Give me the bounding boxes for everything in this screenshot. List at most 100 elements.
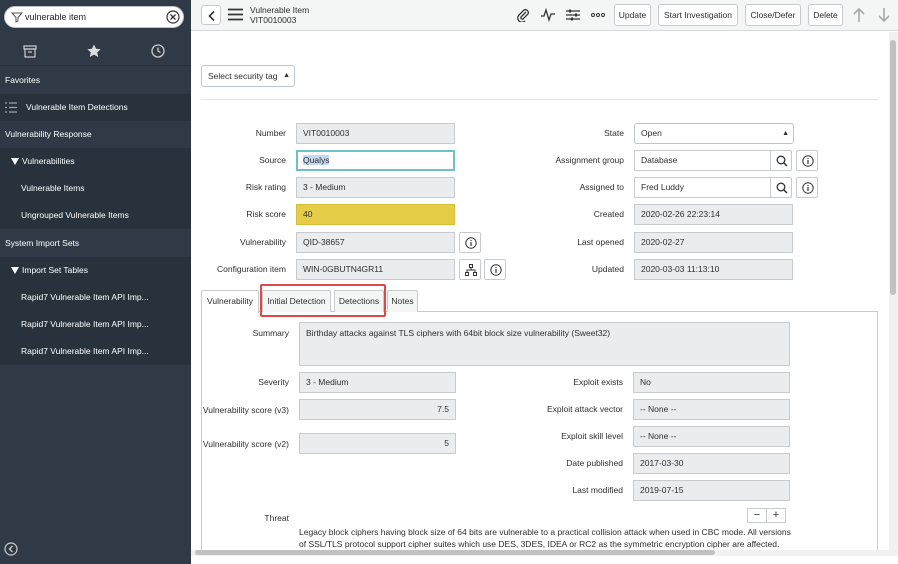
vulnerability-info-button[interactable] — [459, 232, 481, 253]
filter-input[interactable] — [25, 10, 161, 24]
scrollbar-thumb[interactable] — [195, 550, 715, 555]
sidebar-item-label: Rapid7 Vulnerable Item API Imp... — [21, 346, 149, 356]
arrow-up-icon[interactable] — [852, 7, 866, 23]
caret-down-icon — [11, 158, 19, 165]
list-icon — [5, 102, 17, 113]
form-header: Vulnerable Item VIT0010003 Update Start … — [191, 0, 898, 31]
sidebar-item-rapid7-import-1[interactable]: Rapid7 Vulnerable Item API Imp... — [0, 284, 191, 311]
divider — [201, 99, 878, 100]
risk-score-field: 40 — [296, 204, 455, 225]
assignment-group-info-button[interactable] — [796, 150, 818, 171]
sidebar-item-label: System Import Sets — [5, 238, 80, 248]
threat-text: Legacy block ciphers having block size o… — [299, 527, 791, 549]
form-title: Vulnerable Item VIT0010003 — [250, 5, 309, 25]
sidebar-item-vulnerable-item-detections[interactable]: Vulnerable Item Detections — [0, 94, 191, 121]
sidebar-item-import-set-tables[interactable]: Import Set Tables — [0, 257, 191, 284]
settings-icon[interactable] — [566, 8, 580, 22]
delete-button[interactable]: Delete — [808, 4, 843, 26]
assigned-to-info-button[interactable] — [796, 177, 818, 198]
risk-rating-field: 3 - Medium — [296, 177, 455, 198]
date-published-field: 2017-03-30 — [633, 453, 790, 474]
vulnerability-field[interactable]: QID-38657 — [296, 232, 455, 253]
update-button[interactable]: Update — [614, 4, 651, 26]
sidebar-item-vulnerability-response[interactable]: Vulnerability Response — [0, 121, 191, 148]
navigator-tabs — [0, 36, 191, 66]
collapse-threat-button[interactable]: − — [747, 508, 767, 523]
back-button[interactable] — [201, 5, 221, 25]
configuration-item-field[interactable]: WIN-0GBUTN4GR11 — [296, 259, 455, 280]
assigned-to-field[interactable]: Fred Luddy — [634, 177, 771, 198]
number-field: VIT0010003 — [296, 123, 455, 144]
sidebar-item-label: Vulnerabilities — [22, 156, 75, 166]
start-investigation-button[interactable]: Start Investigation — [658, 4, 738, 26]
archive-icon[interactable] — [22, 43, 38, 59]
more-icon[interactable] — [591, 8, 605, 22]
star-icon[interactable] — [86, 43, 102, 59]
assignment-group-label: Assignment group — [555, 155, 624, 165]
menu-icon[interactable] — [228, 8, 243, 21]
form-title-label: Vulnerable Item — [250, 5, 310, 15]
sidebar-item-label: Vulnerable Items — [21, 183, 85, 193]
exploit-exists-label: Exploit exists — [573, 377, 623, 387]
sidebar-item-label: Rapid7 Vulnerable Item API Imp... — [21, 292, 149, 302]
source-field[interactable]: Qualys — [296, 150, 455, 171]
last-modified-field: 2019-07-15 — [633, 480, 790, 501]
vulnerability-label: Vulnerability — [240, 237, 286, 247]
sidebar-item-favorites[interactable]: Favorites — [0, 67, 191, 94]
assignment-group-field[interactable]: Database — [634, 150, 771, 171]
clear-icon[interactable] — [166, 10, 180, 24]
created-field: 2020-02-26 22:23:14 — [634, 204, 793, 225]
scrollbar-thumb[interactable] — [890, 40, 896, 295]
sidebar-item-label: Import Set Tables — [22, 265, 88, 275]
form-record-number: VIT0010003 — [250, 15, 297, 25]
arrow-down-icon[interactable] — [877, 7, 891, 23]
sidebar-item-rapid7-import-2[interactable]: Rapid7 Vulnerable Item API Imp... — [0, 311, 191, 338]
info-icon — [490, 264, 502, 276]
caret-down-icon — [11, 267, 19, 274]
state-select[interactable]: Open ▲ — [634, 123, 794, 144]
filter-icon — [11, 12, 23, 23]
score-v2-label: Vulnerability score (v2) — [202, 439, 289, 449]
activity-icon[interactable] — [541, 8, 555, 22]
ci-map-button[interactable] — [459, 259, 481, 280]
sidebar-item-vulnerable-items[interactable]: Vulnerable Items — [0, 175, 191, 202]
app: Favorites Vulnerable Item Detections Vul… — [0, 0, 898, 564]
collapse-navigator-icon[interactable] — [4, 542, 18, 556]
sidebar-item-rapid7-import-3[interactable]: Rapid7 Vulnerable Item API Imp... — [0, 338, 191, 365]
configuration-item-label: Configuration item — [217, 264, 286, 274]
exploit-skill-level-field: -- None -- — [633, 426, 790, 447]
search-icon — [776, 182, 788, 194]
close-defer-button[interactable]: Close/Defer — [745, 4, 801, 26]
updated-label: Updated — [591, 264, 624, 274]
security-tag-select[interactable]: Select security tag ▲ — [201, 65, 295, 87]
horizontal-scrollbar[interactable] — [191, 550, 898, 556]
threat-label: Threat — [264, 513, 289, 523]
exploit-attack-vector-label: Exploit attack vector — [546, 404, 623, 414]
summary-field: Birthday attacks against TLS ciphers wit… — [299, 322, 790, 366]
info-icon — [802, 182, 814, 194]
score-v3-field: 7.5 — [299, 399, 456, 420]
configuration-item-info-button[interactable] — [484, 259, 506, 280]
sidebar-item-vulnerabilities[interactable]: Vulnerabilities — [0, 148, 191, 175]
sidebar-item-ungrouped-vulnerable-items[interactable]: Ungrouped Vulnerable Items — [0, 202, 191, 229]
attachment-icon[interactable] — [516, 8, 530, 22]
history-icon[interactable] — [150, 43, 166, 59]
info-icon — [802, 155, 814, 167]
sidebar-item-system-import-sets[interactable]: System Import Sets — [0, 230, 191, 257]
assigned-to-lookup-button[interactable] — [770, 177, 792, 198]
number-label: Number — [255, 128, 286, 138]
assigned-to-label: Assigned to — [579, 182, 624, 192]
updated-field: 2020-03-03 11:13:10 — [634, 259, 793, 280]
tab-notes[interactable]: Notes — [387, 290, 418, 312]
tab-vulnerability[interactable]: Vulnerability — [201, 290, 259, 313]
filter-navigator[interactable] — [4, 6, 184, 28]
state-label: State — [604, 128, 624, 138]
expand-threat-button[interactable]: + — [766, 508, 786, 523]
vertical-scrollbar[interactable] — [889, 32, 898, 550]
date-published-label: Date published — [566, 458, 623, 468]
exploit-skill-level-label: Exploit skill level — [561, 431, 623, 441]
exploit-attack-vector-field: -- None -- — [633, 399, 790, 420]
score-v2-field: 5 — [299, 433, 456, 454]
assignment-group-lookup-button[interactable] — [770, 150, 792, 171]
select-caret-icon: ▲ — [782, 130, 789, 137]
